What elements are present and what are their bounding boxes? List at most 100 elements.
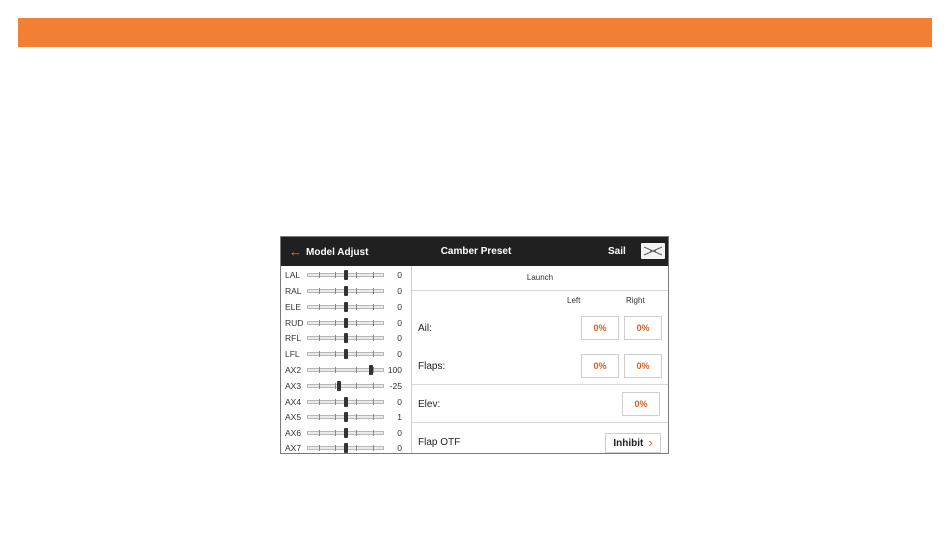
- bar-tick: [356, 335, 357, 341]
- flap-otf-label: Flap OTF: [418, 437, 461, 448]
- flap-otf-value: Inhibit: [613, 437, 644, 449]
- bar-tick: [335, 430, 336, 436]
- channel-bar: [307, 333, 384, 343]
- bar-tick: [335, 399, 336, 405]
- left-arrow-icon: ←: [289, 244, 302, 259]
- bar-tick: [318, 335, 320, 341]
- channel-name: AX2: [285, 365, 302, 375]
- channel-value: 0: [397, 333, 402, 343]
- channel-bar: [307, 318, 384, 328]
- channel-name: AX7: [285, 443, 302, 453]
- bar-tick: [372, 351, 374, 357]
- channel-name: AX6: [285, 428, 302, 438]
- camber-preset-panel: Launch Left Right Ail: 0% 0% Flaps: 0% 0…: [412, 266, 668, 453]
- bar-tick: [356, 272, 357, 278]
- back-label: Model Adjust: [306, 246, 369, 258]
- channel-row: AX6 0: [281, 426, 412, 442]
- bar-tick: [372, 414, 374, 420]
- bar-tick: [372, 445, 374, 451]
- channel-value: 0: [397, 443, 402, 453]
- channel-bar: [307, 349, 384, 359]
- elev-label: Elev:: [418, 399, 441, 410]
- channel-name: LAL: [285, 270, 301, 280]
- chevron-right-icon: ›: [648, 435, 653, 450]
- header-accent-bar: [18, 18, 932, 47]
- ail-right-value[interactable]: 0%: [624, 316, 662, 340]
- bar-tick: [356, 367, 357, 373]
- page-title: Camber Preset: [440, 246, 512, 257]
- flight-mode-section-label: Launch: [526, 273, 554, 282]
- channel-position-marker: [343, 302, 348, 312]
- channel-bar: [307, 428, 384, 438]
- bar-tick: [335, 304, 336, 310]
- bar-tick: [356, 320, 357, 326]
- flaps-left-value[interactable]: 0%: [581, 354, 619, 378]
- channel-bar: [307, 443, 384, 453]
- flight-mode-label: Sail: [608, 246, 626, 257]
- channel-name: ELE: [285, 302, 302, 312]
- glider-icon[interactable]: [641, 243, 665, 259]
- channel-bar: [307, 412, 384, 422]
- bar-tick: [372, 399, 374, 405]
- bar-tick: [372, 367, 374, 373]
- flaps-right-value[interactable]: 0%: [624, 354, 662, 378]
- bar-tick: [318, 272, 320, 278]
- channel-position-marker: [343, 412, 348, 422]
- flaps-label: Flaps:: [418, 361, 446, 372]
- elev-value[interactable]: 0%: [622, 392, 660, 416]
- bar-tick: [318, 383, 320, 389]
- channel-value: 0: [397, 428, 402, 438]
- ail-left-value[interactable]: 0%: [581, 316, 619, 340]
- channel-value: 1: [397, 412, 402, 422]
- channel-position-marker: [343, 428, 348, 438]
- bar-tick: [356, 430, 357, 436]
- channel-position-marker: [343, 333, 348, 343]
- flap-otf-select[interactable]: Inhibit ›: [605, 433, 661, 453]
- bar-tick: [335, 414, 336, 420]
- bar-tick: [335, 351, 336, 357]
- channel-value: -25: [389, 381, 402, 391]
- channel-row: AX4 0: [281, 395, 412, 411]
- bar-tick: [356, 288, 357, 294]
- divider: [412, 290, 668, 291]
- channel-value: 0: [397, 318, 402, 328]
- channel-name: LFL: [285, 349, 300, 359]
- bar-tick: [356, 351, 357, 357]
- bar-tick: [372, 320, 374, 326]
- transmitter-screen: ← Model Adjust Camber Preset Sail LAL 0 RA…: [280, 236, 669, 454]
- channel-value: 0: [397, 270, 402, 280]
- channel-name: AX5: [285, 412, 302, 422]
- channel-position-marker: [343, 443, 348, 453]
- bar-tick: [318, 367, 320, 373]
- channel-value: 0: [397, 302, 402, 312]
- bar-tick: [318, 399, 320, 405]
- channel-bar: [307, 365, 384, 375]
- channel-bar: [307, 270, 384, 280]
- channel-name: AX3: [285, 381, 302, 391]
- channel-bar: [307, 286, 384, 296]
- channel-value: 100: [387, 365, 402, 375]
- channel-row: RFL 0: [281, 331, 412, 347]
- channel-row: LFL 0: [281, 347, 412, 363]
- bar-tick: [335, 367, 336, 373]
- channel-position-marker: [343, 286, 348, 296]
- divider: [412, 422, 668, 423]
- bar-tick: [335, 335, 336, 341]
- back-button[interactable]: ← Model Adjust: [289, 244, 368, 260]
- divider: [412, 384, 668, 385]
- ail-label: Ail:: [418, 323, 432, 334]
- column-header-right: Right: [626, 296, 645, 305]
- channel-value: 0: [397, 286, 402, 296]
- channel-name: RFL: [285, 333, 302, 343]
- bar-tick: [372, 304, 374, 310]
- bar-tick: [335, 272, 336, 278]
- bar-tick: [356, 304, 357, 310]
- channel-row: AX3 -25: [281, 379, 412, 395]
- channel-row: ELE 0: [281, 300, 412, 316]
- bar-tick: [356, 399, 357, 405]
- channel-row: RAL 0: [281, 284, 412, 300]
- channel-name: RAL: [285, 286, 302, 296]
- channel-position-marker: [337, 381, 342, 391]
- bar-tick: [335, 445, 336, 451]
- bar-tick: [318, 320, 320, 326]
